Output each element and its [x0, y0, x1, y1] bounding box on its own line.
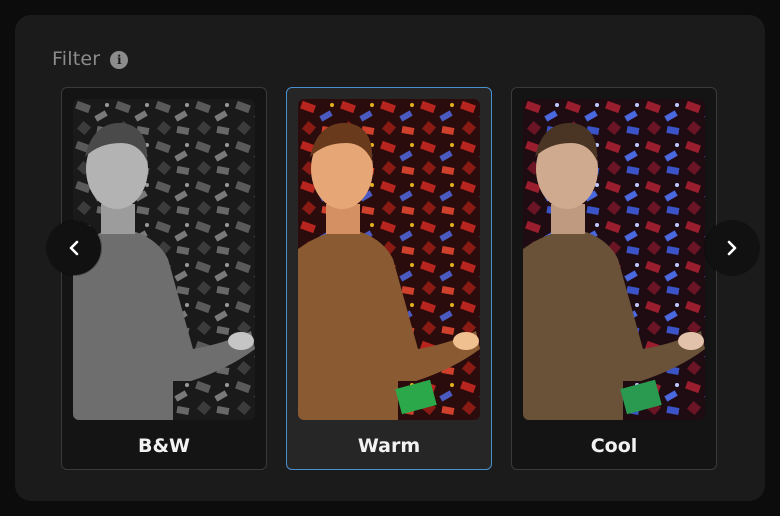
filter-preview-cool [523, 99, 705, 420]
carousel-next-button[interactable] [705, 221, 759, 275]
filter-option-label: Warm [357, 435, 421, 457]
filter-preview-warm [298, 99, 480, 420]
chevron-left-icon [64, 238, 84, 258]
filter-option-label: B&W [137, 435, 190, 457]
filter-title: Filter [52, 48, 101, 70]
info-icon[interactable]: i [110, 50, 129, 69]
filter-option-label: Cool [590, 435, 638, 457]
filter-preview-bw [73, 99, 255, 420]
filter-panel: Filter i B&W Warm Cool [15, 15, 765, 501]
filter-option-warm[interactable]: Warm [286, 87, 492, 470]
filter-header: Filter i [52, 44, 129, 74]
filter-option-bw[interactable]: B&W [61, 87, 267, 470]
carousel-prev-button[interactable] [47, 221, 101, 275]
filter-option-cool[interactable]: Cool [511, 87, 717, 470]
chevron-right-icon [722, 238, 742, 258]
